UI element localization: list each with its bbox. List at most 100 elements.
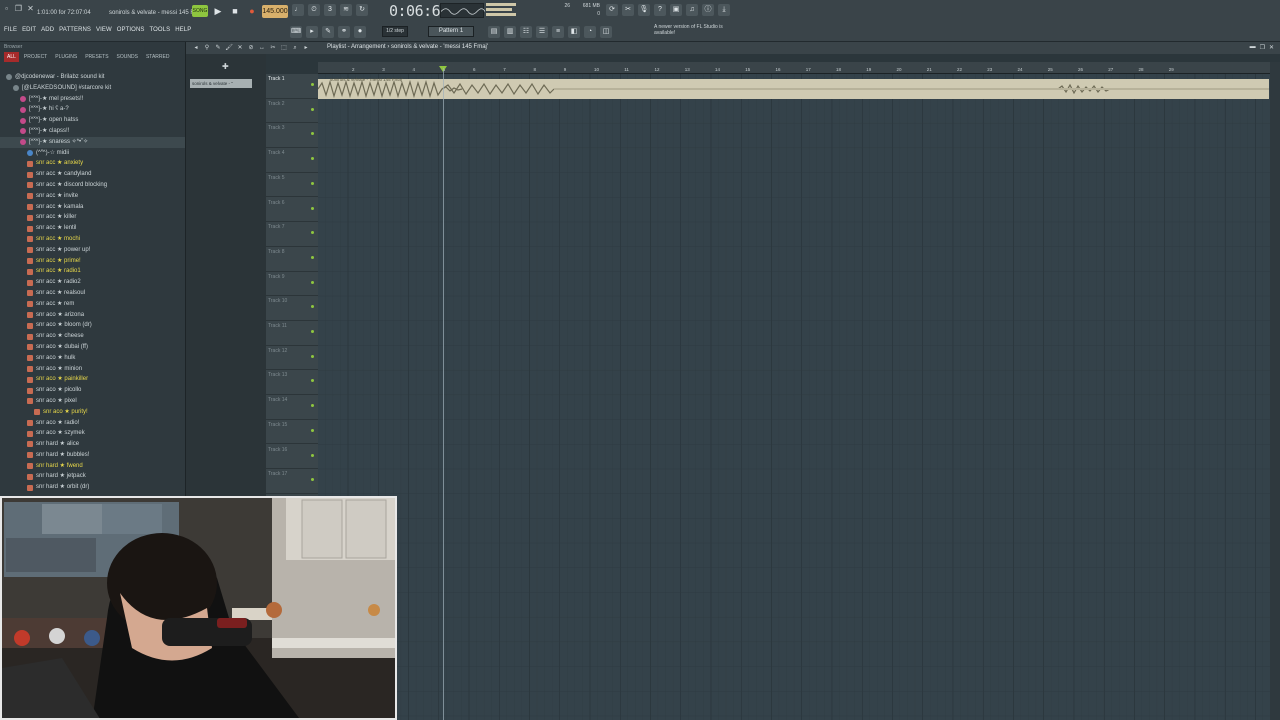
menu-view[interactable]: VIEW [96, 27, 112, 33]
browser-item[interactable]: snr hard ★ alice [0, 439, 185, 450]
tab-plugins[interactable]: PLUGINS [52, 52, 80, 62]
refresh-icon[interactable]: ⟳ [606, 4, 618, 16]
track-mute-led[interactable] [311, 181, 314, 185]
tempo-display[interactable]: 145.000 [262, 4, 288, 18]
track-header[interactable]: Track 11 [266, 321, 318, 346]
play-icon[interactable]: ▶ [211, 4, 225, 18]
browser-item[interactable]: [^˟^]-★ open hatss [0, 115, 185, 126]
browser-item[interactable]: [^˟^]-★ mel presets!! [0, 94, 185, 105]
piano-roll-icon[interactable]: ▥ [504, 26, 516, 38]
track-mute-led[interactable] [311, 231, 314, 235]
track-header[interactable]: Track 8 [266, 247, 318, 272]
record-icon[interactable]: ● [245, 4, 259, 18]
menu-patterns[interactable]: PATTERNS [59, 27, 91, 33]
recording-icon[interactable]: ⏺ [354, 26, 366, 38]
browser-item[interactable]: [^˟^]-★ snaress ✧*•˚✧ [0, 136, 185, 148]
vertical-scrollbar[interactable] [1270, 62, 1280, 720]
browser-item[interactable]: snr acc ★ rem [0, 299, 185, 310]
tab-presets[interactable]: PRESETS [82, 52, 111, 62]
download-icon[interactable]: ⤓ [718, 4, 730, 16]
pat-song-toggle[interactable]: SONG [192, 5, 208, 17]
track-header[interactable]: Track 1 [266, 74, 318, 99]
blend-icon[interactable]: ≋ [340, 4, 352, 16]
track-mute-led[interactable] [311, 478, 314, 482]
info-icon[interactable]: ⓘ [702, 4, 714, 16]
tab-sounds[interactable]: SOUNDS [114, 52, 141, 62]
browser-item[interactable]: snr acc ★ radio2 [0, 277, 185, 288]
help-icon[interactable]: ? [654, 4, 666, 16]
browser-item[interactable]: snr hard ★ bubbles! [0, 450, 185, 461]
browser-item[interactable]: snr acc ★ prime! [0, 256, 185, 267]
browser-item[interactable]: snr acc ★ kamala [0, 202, 185, 213]
timeline-ruler[interactable]: 2 3 4 5 6 7 8 9 10 11 12 13 14 15 16 17 18 19 20 21 22 23 24 25… [318, 62, 1270, 74]
cpu-icon[interactable]: ◫ [600, 26, 612, 38]
menu-help[interactable]: HELP [175, 27, 191, 33]
playhead[interactable] [443, 68, 444, 720]
update-notice[interactable]: A newer version of FL Studio is availabl… [654, 24, 724, 36]
browser-item[interactable]: snr aco ★ arizona [0, 310, 185, 321]
menu-options[interactable]: OPTIONS [117, 27, 145, 33]
browser-item[interactable]: snr aco ★ cheese [0, 331, 185, 342]
add-pattern-icon[interactable]: ✚ [222, 62, 229, 71]
playlist-maximize-icon[interactable]: ❐ [1260, 44, 1265, 51]
countdown-icon[interactable]: 3 [324, 4, 336, 16]
track-mute-led[interactable] [311, 404, 314, 408]
track-header[interactable]: Track 13 [266, 370, 318, 396]
browser-item[interactable]: snr acc ★ killer [0, 212, 185, 223]
browser-item[interactable]: snr aco ★ minion [0, 364, 185, 375]
paint-icon[interactable]: 🖌 [225, 44, 233, 52]
close-icon[interactable]: ✕ [26, 4, 35, 13]
browser-item[interactable]: [^˟^]-★ hi ʕ a-? [0, 104, 185, 115]
track-header[interactable]: Track 6 [266, 198, 318, 223]
zoom-icon[interactable]: ⌕ [291, 44, 299, 52]
menu-tools[interactable]: TOOLS [149, 27, 170, 33]
playlist-minimize-icon[interactable]: ▬ [1250, 44, 1256, 51]
tempo-tapper-icon[interactable]: ◔ [584, 26, 596, 38]
snap-selector[interactable]: 1/2 step [382, 26, 408, 37]
track-mute-led[interactable] [311, 107, 314, 111]
track-mute-led[interactable] [311, 379, 314, 383]
arrow-icon[interactable]: ◂ [192, 44, 200, 52]
track-mute-led[interactable] [311, 132, 314, 136]
pattern-selector[interactable]: Pattern 1 [428, 26, 474, 37]
track-header[interactable]: Track 17 [266, 469, 318, 494]
track-mute-led[interactable] [311, 206, 314, 210]
browser-item[interactable]: snr aco ★ pixel [0, 396, 185, 407]
track-header[interactable]: Track 9 [266, 272, 318, 297]
pencil-icon[interactable]: ✎ [322, 26, 334, 38]
picker-clip[interactable]: sonirols & velvate - " [190, 79, 252, 88]
track-header[interactable]: Track 12 [266, 346, 318, 371]
browser-item[interactable]: snr aco ★ hulk [0, 353, 185, 364]
wait-icon[interactable]: ⏲ [308, 4, 320, 16]
snap-magnet-icon[interactable]: ⚲ [203, 44, 211, 52]
track-mute-led[interactable] [311, 280, 314, 284]
track-mute-led[interactable] [311, 83, 314, 86]
channel-rack-icon[interactable]: ☰ [536, 26, 548, 38]
browser-item[interactable]: snr acc ★ power up! [0, 245, 185, 256]
track-mute-led[interactable] [311, 354, 314, 358]
track-header[interactable]: Track 14 [266, 395, 318, 420]
save-icon[interactable]: ▣ [670, 4, 682, 16]
browser-icon[interactable]: ≡ [552, 26, 564, 38]
tab-all[interactable]: ALL [4, 52, 19, 62]
browser-item[interactable]: snr acc ★ mochi [0, 234, 185, 245]
plugin-db-icon[interactable]: ◧ [568, 26, 580, 38]
draw-icon[interactable]: ✎ [214, 44, 222, 52]
track-header[interactable]: Track 3 [266, 123, 318, 149]
browser-item[interactable]: snr aco ★ radio! [0, 418, 185, 429]
track-mute-led[interactable] [311, 157, 314, 161]
browser-item[interactable]: snr acc ★ candyland [0, 169, 185, 180]
browser-item[interactable]: snr acc ★ invite [0, 191, 185, 202]
slip-icon[interactable]: ↔ [258, 44, 266, 52]
browser-item[interactable]: @djcodenewar - Brilabz sound kit [0, 72, 185, 83]
step-icon[interactable]: ▸ [306, 26, 318, 38]
browser-item[interactable]: snr aco ★ painkiller [0, 374, 185, 385]
track-header[interactable]: Track 5 [266, 173, 318, 198]
browser-item[interactable]: snr hard ★ jetpack [0, 471, 185, 482]
link-icon[interactable]: ⚭ [338, 26, 350, 38]
browser-item[interactable]: snr acc ★ lentil [0, 223, 185, 234]
restore-icon[interactable]: ❐ [14, 4, 23, 13]
audio-clip[interactable] [317, 79, 1269, 99]
mute-icon[interactable]: ⊘ [247, 44, 255, 52]
mixer-icon[interactable]: ☷ [520, 26, 532, 38]
